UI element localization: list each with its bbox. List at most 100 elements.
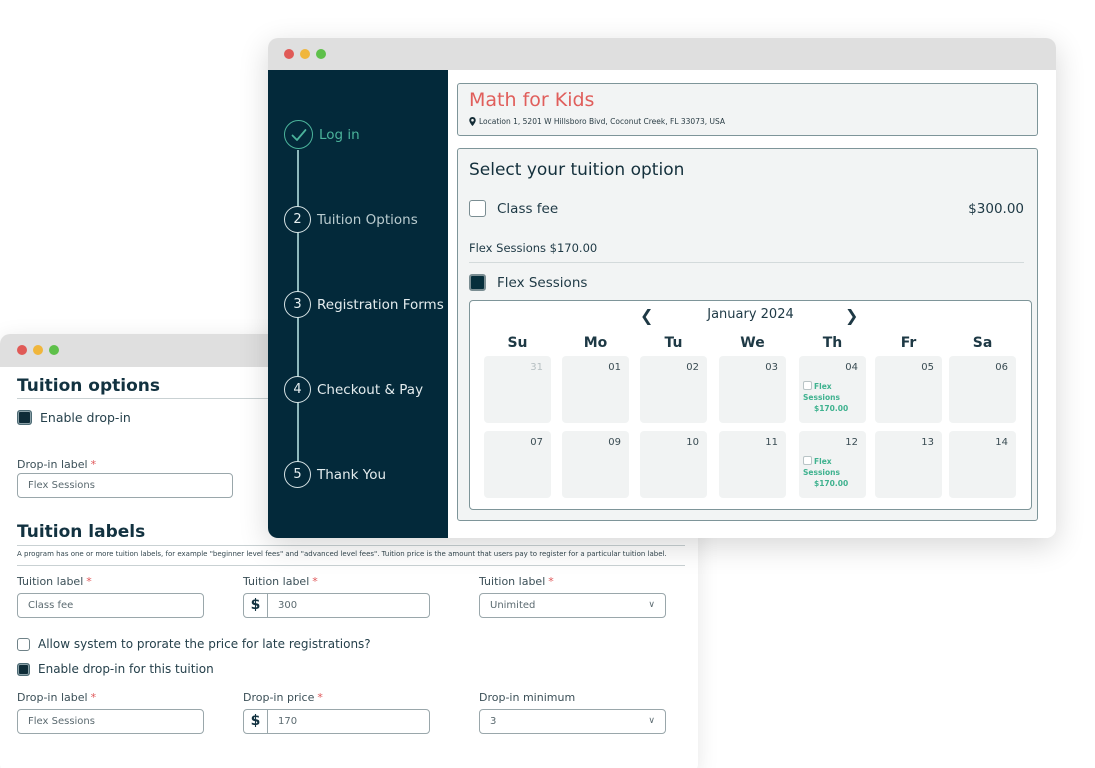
minimize-window-button[interactable] <box>33 345 43 355</box>
day-number: 06 <box>995 362 1008 373</box>
day-number: 03 <box>765 362 778 373</box>
tuition-price-input[interactable]: $ 300 <box>243 593 430 618</box>
chevron-down-icon: ∨ <box>648 600 655 610</box>
day-number: 07 <box>530 437 543 448</box>
weekday-header: Mo <box>583 335 608 351</box>
dropin-label-field-label: Drop-in label * <box>17 458 97 471</box>
calendar-day[interactable]: 14 <box>949 431 1016 498</box>
divider <box>17 565 685 566</box>
checkmark-icon <box>284 120 313 149</box>
registration-steps-sidebar: Log in 2 Tuition Options 3 Registration Form… <box>268 70 448 538</box>
calendar-day[interactable]: 11 <box>719 431 786 498</box>
tuition-selection-card: Select your tuition option Class fee $30… <box>457 148 1038 521</box>
dollar-icon: $ <box>244 594 268 617</box>
chevron-right-icon[interactable]: ❯ <box>845 306 858 325</box>
chevron-down-icon: ∨ <box>648 716 655 726</box>
step-1[interactable]: Log in <box>284 120 360 149</box>
calendar-day[interactable]: 02 <box>640 356 707 423</box>
calendar-day[interactable]: 09 <box>562 431 629 498</box>
tuition-price-value: 300 <box>278 600 298 611</box>
dropin-minimum-select[interactable]: 3 ∨ <box>479 709 666 734</box>
checkbox-unchecked-icon[interactable] <box>17 637 30 651</box>
tuition-label-input[interactable]: Class fee <box>17 593 204 618</box>
calendar-day[interactable]: 01 <box>562 356 629 423</box>
class-fee-price: $300.00 <box>968 201 1024 217</box>
step-2[interactable]: 2 Tuition Options <box>284 206 418 233</box>
calendar-day[interactable]: 05 <box>875 356 942 423</box>
session-checkbox[interactable] <box>803 456 812 465</box>
dropin-price-value: 170 <box>278 716 298 727</box>
tuition-price-field-label: Tuition label * <box>243 575 318 588</box>
checkbox-unchecked-icon[interactable] <box>469 200 486 217</box>
dropin-minimum-field-label: Drop-in minimum <box>479 691 576 704</box>
step-number: 2 <box>284 206 311 233</box>
step-3[interactable]: 3 Registration Forms <box>284 291 444 318</box>
session-event[interactable]: Flex Sessions $170.00 <box>803 381 866 414</box>
day-number: 31 <box>530 362 543 373</box>
calendar-day[interactable]: 13 <box>875 431 942 498</box>
dropin-label-input[interactable]: Flex Sessions <box>17 473 233 498</box>
program-card: Math for Kids Location 1, 5201 W Hillsbo… <box>457 83 1038 136</box>
close-window-button[interactable] <box>284 49 294 59</box>
prorate-label: Allow system to prorate the price for la… <box>38 637 371 651</box>
enable-dropin-tuition-checkbox[interactable]: Enable drop-in for this tuition <box>17 662 214 676</box>
dropin-price-input[interactable]: $ 170 <box>243 709 430 734</box>
day-number: 01 <box>608 362 621 373</box>
day-number: 12 <box>845 437 858 448</box>
registration-content: Math for Kids Location 1, 5201 W Hillsbo… <box>448 70 1056 538</box>
calendar-day[interactable]: 06 <box>949 356 1016 423</box>
class-fee-option[interactable]: Class fee <box>469 200 558 217</box>
enable-dropin-label: Enable drop-in <box>40 410 131 425</box>
divider <box>17 545 685 546</box>
day-number: 10 <box>686 437 699 448</box>
class-fee-label: Class fee <box>497 200 559 217</box>
dropin-price-field-label: Drop-in price * <box>243 691 323 704</box>
minimize-window-button[interactable] <box>300 49 310 59</box>
day-number: 14 <box>995 437 1008 448</box>
step-4[interactable]: 4 Checkout & Pay <box>284 376 423 403</box>
dropin-label-input[interactable]: Flex Sessions <box>17 709 204 734</box>
calendar-month-label: January 2024 <box>707 307 794 322</box>
step-5[interactable]: 5 Thank You <box>284 461 386 488</box>
enable-dropin-tuition-label: Enable drop-in for this tuition <box>38 662 214 676</box>
flex-sessions-summary: Flex Sessions $170.00 <box>469 241 598 255</box>
tuition-type-field-label: Tuition label * <box>479 575 554 588</box>
tuition-section-title: Select your tuition option <box>469 160 685 180</box>
step-label: Thank You <box>317 466 387 483</box>
tuition-type-select[interactable]: Unimited ∨ <box>479 593 666 618</box>
dollar-icon: $ <box>244 710 268 733</box>
step-label: Checkout & Pay <box>317 381 424 398</box>
weekday-header: Su <box>507 335 528 351</box>
maximize-window-button[interactable] <box>316 49 326 59</box>
day-number: 02 <box>686 362 699 373</box>
calendar-day[interactable]: 10 <box>640 431 707 498</box>
checkbox-checked-icon[interactable] <box>469 274 486 291</box>
checkbox-checked-icon[interactable] <box>17 662 30 676</box>
close-window-button[interactable] <box>17 345 27 355</box>
flex-sessions-option[interactable]: Flex Sessions <box>469 274 587 291</box>
tuition-options-heading: Tuition options <box>17 376 161 396</box>
session-price: $170.00 <box>814 404 849 413</box>
step-number: 3 <box>284 291 311 318</box>
weekday-header: Sa <box>972 335 993 351</box>
location-pin-icon <box>469 117 476 126</box>
day-number: 13 <box>921 437 934 448</box>
sessions-calendar: ❮ January 2024 ❯ Su Mo Tu We Th Fr Sa 31 01 02 03 0… <box>469 300 1032 510</box>
session-checkbox[interactable] <box>803 381 812 390</box>
calendar-day[interactable]: 31 <box>484 356 551 423</box>
calendar-day[interactable]: 04 Flex Sessions $170.00 <box>799 356 866 423</box>
step-label: Log in <box>319 126 360 143</box>
step-label: Tuition Options <box>317 211 418 228</box>
session-event[interactable]: Flex Sessions $170.00 <box>803 456 866 489</box>
enable-dropin-checkbox[interactable]: Enable drop-in <box>17 410 131 425</box>
prorate-checkbox[interactable]: Allow system to prorate the price for la… <box>17 637 371 651</box>
calendar-day[interactable]: 12 Flex Sessions $170.00 <box>799 431 866 498</box>
step-number: 4 <box>284 376 311 403</box>
checkbox-checked-icon[interactable] <box>17 410 32 425</box>
maximize-window-button[interactable] <box>49 345 59 355</box>
calendar-day[interactable]: 07 <box>484 431 551 498</box>
registration-window: Log in 2 Tuition Options 3 Registration Form… <box>268 38 1056 538</box>
weekday-header: Th <box>822 335 843 351</box>
calendar-day[interactable]: 03 <box>719 356 786 423</box>
registration-window-titlebar <box>268 38 1056 70</box>
